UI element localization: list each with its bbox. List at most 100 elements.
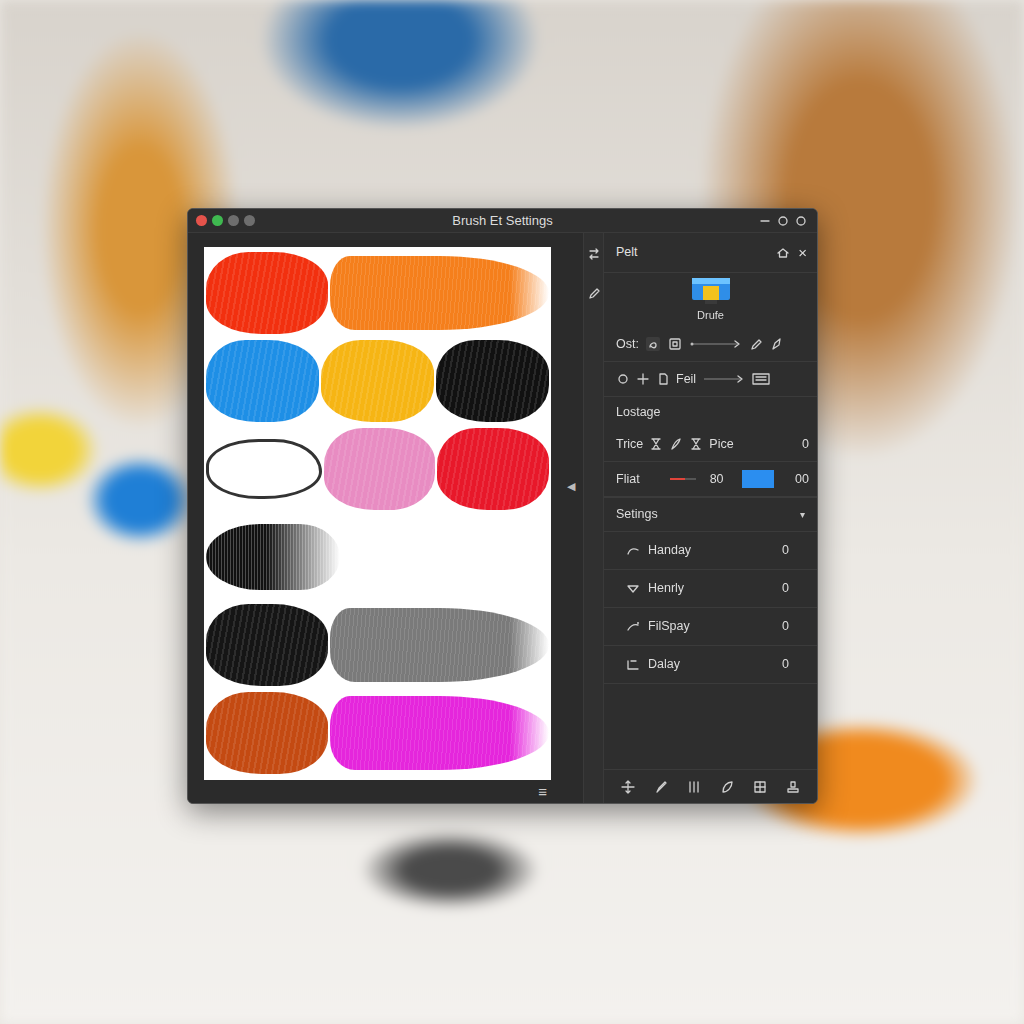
- swatch-row: [206, 250, 549, 336]
- spray-icon: [626, 620, 640, 634]
- section-title: Lostage: [604, 397, 817, 427]
- restore-icon[interactable]: [777, 215, 789, 227]
- settings-item-value: 0: [782, 617, 789, 636]
- brush-preset-icon: [691, 277, 731, 305]
- swatch-row: [206, 602, 549, 688]
- ost-slider-icon[interactable]: [689, 337, 743, 351]
- minimize-icon[interactable]: [759, 215, 771, 227]
- settings-caret[interactable]: ▾: [800, 507, 805, 522]
- feil-row: Feil: [604, 362, 817, 397]
- settings-item-label: Henrly: [648, 579, 684, 598]
- swatch-row: [206, 426, 549, 512]
- trice-row: Trice Pice 0: [604, 427, 817, 462]
- tool-strip: [583, 233, 603, 803]
- doc-icon[interactable]: [656, 372, 670, 386]
- home-icon[interactable]: [776, 246, 790, 260]
- window-actions: [727, 215, 817, 227]
- settings-list: Handay 0 Henrly 0 FilSpay 0 Dalay 0: [604, 532, 817, 684]
- settings-item[interactable]: FilSpay 0: [604, 608, 817, 646]
- brush-swatch[interactable]: [321, 340, 434, 422]
- brush-swatch[interactable]: [206, 692, 328, 774]
- settings-item[interactable]: Handay 0: [604, 532, 817, 570]
- chevron-icon: [626, 582, 640, 596]
- columns-icon[interactable]: [687, 780, 701, 794]
- brush-swatch[interactable]: [206, 252, 328, 334]
- feather-icon[interactable]: [669, 437, 683, 451]
- window-light[interactable]: [196, 215, 207, 226]
- canvas-menu-button[interactable]: ≡: [204, 780, 551, 799]
- leaf-icon[interactable]: [720, 780, 734, 794]
- hourglass-icon[interactable]: [689, 437, 703, 451]
- feil-label: Feil: [676, 370, 696, 389]
- window-light[interactable]: [228, 215, 239, 226]
- move-icon[interactable]: [621, 780, 635, 794]
- hourglass-icon[interactable]: [649, 437, 663, 451]
- trice-value: 0: [802, 435, 809, 454]
- settings-item-value: 0: [782, 579, 789, 598]
- trice-label: Trice: [616, 435, 643, 454]
- fliat-value: 00: [795, 470, 809, 489]
- panel-toolbar: [604, 769, 817, 803]
- brush-icon[interactable]: [654, 780, 668, 794]
- fliat-color-swatch[interactable]: [742, 470, 774, 488]
- brush-swatch[interactable]: [436, 340, 549, 422]
- swatch-row: [206, 338, 549, 424]
- fliat-reading: 80: [710, 470, 724, 489]
- fliat-slider-fill: [670, 478, 686, 480]
- brush-swatch[interactable]: [330, 608, 549, 682]
- pencil-icon[interactable]: [587, 287, 601, 301]
- window-light[interactable]: [212, 215, 223, 226]
- brush-settings-window: Brush Et Settings ≡ ◀ Pelt × Drufe Ost: Feil Los…: [187, 208, 818, 804]
- pice-label: Pice: [709, 435, 733, 454]
- lasso-icon[interactable]: [645, 336, 661, 352]
- nib-icon[interactable]: [769, 337, 783, 351]
- brush-swatch[interactable]: [206, 439, 322, 499]
- curve-icon: [626, 544, 640, 558]
- brush-preset[interactable]: Drufe: [604, 273, 817, 327]
- swatch-row: [206, 690, 549, 776]
- collapse-arrow[interactable]: ◀: [567, 481, 575, 492]
- title-bar: Brush Et Settings: [188, 209, 817, 233]
- circle-icon[interactable]: [616, 372, 630, 386]
- brush-swatch[interactable]: [330, 256, 549, 330]
- brush-swatch[interactable]: [330, 696, 549, 770]
- settings-item[interactable]: Dalay 0: [604, 646, 817, 684]
- brush-swatch[interactable]: [206, 340, 319, 422]
- close-window-icon[interactable]: [795, 215, 807, 227]
- grid-icon[interactable]: [753, 780, 767, 794]
- panel-title: Pelt: [616, 243, 776, 262]
- brush-swatch[interactable]: [206, 524, 340, 590]
- settings-title: Setings: [616, 505, 658, 524]
- settings-item-value: 0: [782, 541, 789, 560]
- timer-icon: [626, 658, 640, 672]
- settings-item[interactable]: Henrly 0: [604, 570, 817, 608]
- settings-item-label: Dalay: [648, 655, 680, 674]
- panel-close-button[interactable]: ×: [798, 245, 807, 260]
- settings-header[interactable]: Setings ▾: [604, 497, 817, 532]
- brush-swatch[interactable]: [206, 604, 328, 686]
- window-body: ≡ ◀ Pelt × Drufe Ost: Feil Lostage Trice Pice 0 Fli…: [188, 233, 817, 803]
- pen-icon[interactable]: [749, 337, 763, 351]
- brush-swatch[interactable]: [437, 428, 549, 510]
- settings-item-label: FilSpay: [648, 617, 690, 636]
- preset-label: Drufe: [697, 307, 724, 324]
- fliat-row: Fliat 80 00: [604, 462, 817, 497]
- list-icon[interactable]: [752, 372, 770, 386]
- window-light[interactable]: [244, 215, 255, 226]
- stamp-icon[interactable]: [786, 780, 800, 794]
- fliat-label: Fliat: [616, 470, 640, 489]
- settings-item-value: 0: [782, 655, 789, 674]
- settings-item-label: Handay: [648, 541, 691, 560]
- frame-icon[interactable]: [667, 336, 683, 352]
- feil-slider-icon[interactable]: [702, 372, 746, 386]
- swap-arrows-icon[interactable]: [587, 247, 601, 261]
- brush-swatch[interactable]: [324, 428, 436, 510]
- ost-row: Ost:: [604, 327, 817, 362]
- brush-panel: Pelt × Drufe Ost: Feil Lostage Trice Pice 0 Fliat…: [603, 233, 817, 803]
- ost-label: Ost:: [616, 335, 639, 354]
- canvas-area: ≡: [188, 233, 558, 803]
- swatch-row: [206, 514, 549, 600]
- fliat-slider[interactable]: [670, 478, 696, 480]
- plus-icon[interactable]: [636, 372, 650, 386]
- brush-preview-canvas[interactable]: [204, 247, 551, 780]
